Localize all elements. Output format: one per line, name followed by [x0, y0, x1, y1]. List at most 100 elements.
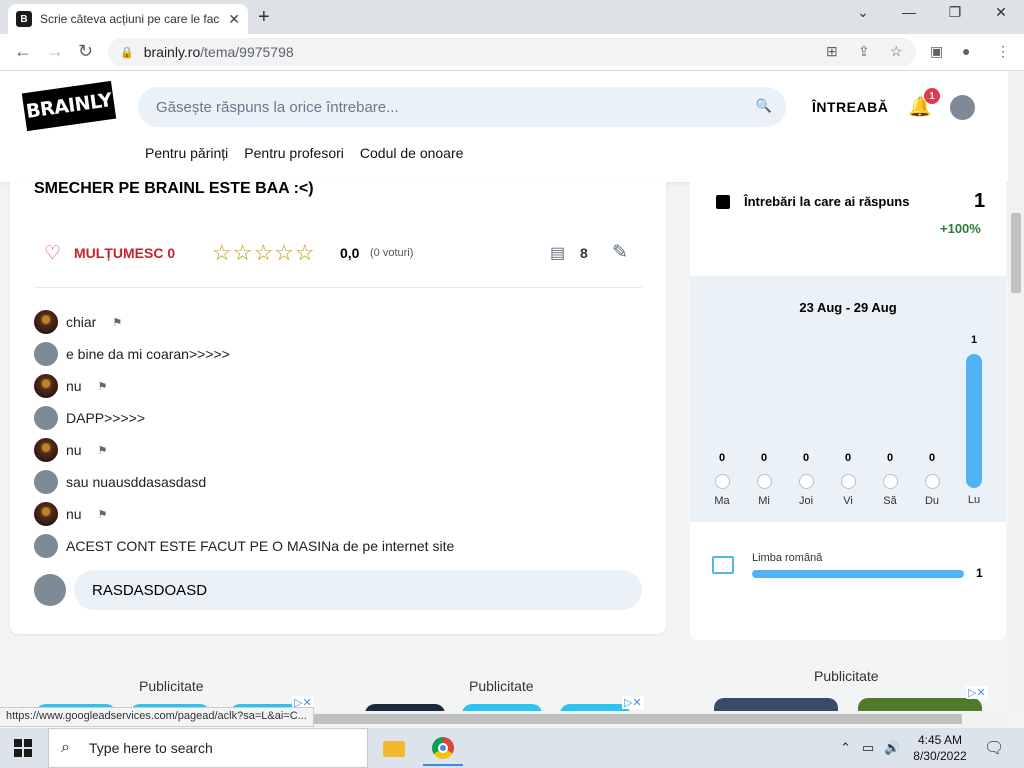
- browser-toolbar: ← → ↻ 🔒 brainly.ro /tema/9975798 ⊞ ⇪ ☆ ▣…: [0, 34, 1024, 71]
- subject-count: 1: [976, 566, 983, 580]
- day-column: 0 Vi: [833, 452, 863, 507]
- browser-tab[interactable]: B Scrie câteva acțiuni pe care le fac ✕: [8, 4, 248, 34]
- file-explorer-icon[interactable]: [374, 732, 414, 766]
- comment-avatar[interactable]: [34, 470, 58, 494]
- reply-avatar: [34, 574, 66, 606]
- clock-time: 4:45 AM: [917, 733, 963, 747]
- comment-avatar[interactable]: [34, 438, 58, 462]
- site-header: BRAINLY Găsește răspuns la orice întreba…: [0, 71, 1008, 182]
- report-flag-icon[interactable]: ⚑: [98, 444, 108, 457]
- sub-navigation: Pentru părinți Pentru profesori Codul de…: [145, 145, 463, 161]
- vertical-scrollbar[interactable]: [1008, 71, 1024, 711]
- day-value: 0: [802, 452, 810, 464]
- address-bar[interactable]: 🔒 brainly.ro /tema/9975798: [108, 38, 916, 66]
- day-label: Lu: [967, 494, 981, 506]
- translate-icon[interactable]: ⊞: [826, 43, 838, 60]
- question-actions: ♡ MULȚUMESC 0 ☆☆☆☆☆ 0,0 (0 voturi) ▤ 8 ✎: [10, 240, 666, 270]
- nav-teachers-link[interactable]: Pentru profesori: [244, 145, 344, 161]
- rating-stars[interactable]: ☆☆☆☆☆: [212, 240, 316, 266]
- comment-avatar[interactable]: [34, 310, 58, 334]
- ad-image[interactable]: [714, 698, 838, 712]
- taskbar-search-placeholder: Type here to search: [89, 740, 213, 756]
- comment-text: DAPP>>>>>: [66, 410, 146, 426]
- restore-button[interactable]: ❐: [932, 4, 978, 21]
- ad-close-icon[interactable]: ▷✕: [966, 686, 988, 699]
- comment-input[interactable]: RASDASDOASD: [74, 570, 642, 610]
- network-icon[interactable]: ▭: [862, 740, 874, 756]
- day-circle: [798, 474, 814, 489]
- report-flag-icon[interactable]: ⚑: [112, 316, 122, 329]
- answered-label: Întrebări la care ai răspuns: [744, 194, 910, 209]
- ad-image[interactable]: [858, 698, 982, 712]
- day-column: 0 Du: [917, 452, 947, 507]
- thanks-button[interactable]: MULȚUMESC 0: [74, 245, 175, 261]
- taskbar-search-input[interactable]: ⌕ Type here to search: [48, 728, 368, 768]
- nav-parents-link[interactable]: Pentru părinți: [145, 145, 228, 161]
- votes-count: (0 voturi): [370, 247, 414, 259]
- menu-dots-icon[interactable]: ⋮: [996, 43, 1010, 60]
- url-domain: brainly.ro: [143, 44, 201, 60]
- side-panel-icon[interactable]: ▣: [930, 43, 943, 60]
- subject-progress-bar: [752, 570, 964, 578]
- heart-icon[interactable]: ♡: [44, 242, 61, 265]
- reload-icon[interactable]: ↻: [78, 41, 93, 62]
- chevron-down-icon[interactable]: ⌄: [840, 4, 886, 21]
- close-window-button[interactable]: ✕: [978, 4, 1024, 21]
- day-circle: [924, 474, 940, 489]
- tab-close-icon[interactable]: ✕: [228, 11, 240, 28]
- brainly-logo[interactable]: BRAINLY: [21, 80, 117, 132]
- url-path: /tema/9975798: [200, 44, 294, 60]
- comment-list: chiar ⚑ e bine da mi coaran>>>>> nu ⚑ DAPP>>>…: [34, 306, 454, 562]
- subject-name: Limba română: [752, 552, 823, 564]
- nav-honor-code-link[interactable]: Codul de onoare: [360, 145, 464, 161]
- search-input[interactable]: Găsește răspuns la orice întrebare... 🔍: [138, 87, 786, 127]
- profile-icon[interactable]: ●: [962, 43, 970, 59]
- comment-avatar[interactable]: [34, 374, 58, 398]
- day-label: Să: [883, 495, 897, 507]
- bookmark-star-icon[interactable]: ☆: [890, 43, 903, 60]
- comment-avatar[interactable]: [34, 502, 58, 526]
- windows-taskbar: ⌕ Type here to search ⌃ ▭ 🔊 4:45 AM 8/30…: [0, 728, 1024, 768]
- windows-start-icon[interactable]: [14, 739, 32, 757]
- comment-icon[interactable]: ▤: [550, 243, 565, 263]
- question-card: SMECHER PE BRAINL ESTE BAA :<) ♡ MULȚUME…: [10, 180, 666, 634]
- comment-avatar[interactable]: [34, 534, 58, 558]
- back-arrow-icon[interactable]: ←: [14, 41, 32, 62]
- day-column: 0 Joi: [791, 452, 821, 507]
- chevron-up-icon[interactable]: ⌃: [840, 740, 851, 756]
- report-flag-icon[interactable]: ⚑: [98, 380, 108, 393]
- volume-icon[interactable]: 🔊: [884, 740, 900, 756]
- document-icon: [716, 194, 730, 209]
- question-title: SMECHER PE BRAINL ESTE BAA :<): [34, 180, 314, 197]
- ad-label: Publicitate: [469, 678, 534, 694]
- comment-item: nu ⚑: [34, 370, 454, 402]
- tab-title: Scrie câteva acțiuni pe care le fac: [40, 12, 220, 26]
- new-tab-button[interactable]: +: [258, 6, 270, 29]
- search-icon: ⌕: [61, 739, 70, 756]
- comment-avatar[interactable]: [34, 342, 58, 366]
- report-flag-icon[interactable]: ⚑: [98, 508, 108, 521]
- minimize-button[interactable]: —: [886, 4, 932, 20]
- day-label: Ma: [714, 495, 730, 507]
- comment-avatar[interactable]: [34, 406, 58, 430]
- day-column: 1 Lu: [959, 334, 989, 506]
- taskbar-clock[interactable]: 4:45 AM 8/30/2022: [902, 732, 978, 764]
- scrollbar-thumb[interactable]: [1011, 213, 1021, 293]
- comment-text: nu: [66, 378, 82, 394]
- answered-row: Întrebări la care ai răspuns: [716, 194, 986, 209]
- chrome-icon[interactable]: [423, 732, 463, 766]
- day-value: 0: [844, 452, 852, 464]
- day-column: 0 Ma: [707, 452, 737, 507]
- ask-button[interactable]: ÎNTREABĂ: [812, 99, 888, 115]
- comment-item: DAPP>>>>>: [34, 402, 454, 434]
- ad-close-icon[interactable]: ▷✕: [622, 696, 644, 709]
- link-status-bar: https://www.googleadservices.com/pagead/…: [0, 707, 314, 727]
- user-avatar[interactable]: [950, 95, 975, 120]
- forward-arrow-icon[interactable]: →: [46, 41, 64, 62]
- notification-center-icon[interactable]: 🗨: [984, 738, 1004, 758]
- share-icon[interactable]: ⇪: [858, 43, 870, 60]
- day-circle: [840, 474, 856, 489]
- edit-pencil-icon[interactable]: ✎: [612, 241, 628, 264]
- search-icon[interactable]: 🔍: [756, 98, 772, 114]
- ad-label: Publicitate: [139, 678, 204, 694]
